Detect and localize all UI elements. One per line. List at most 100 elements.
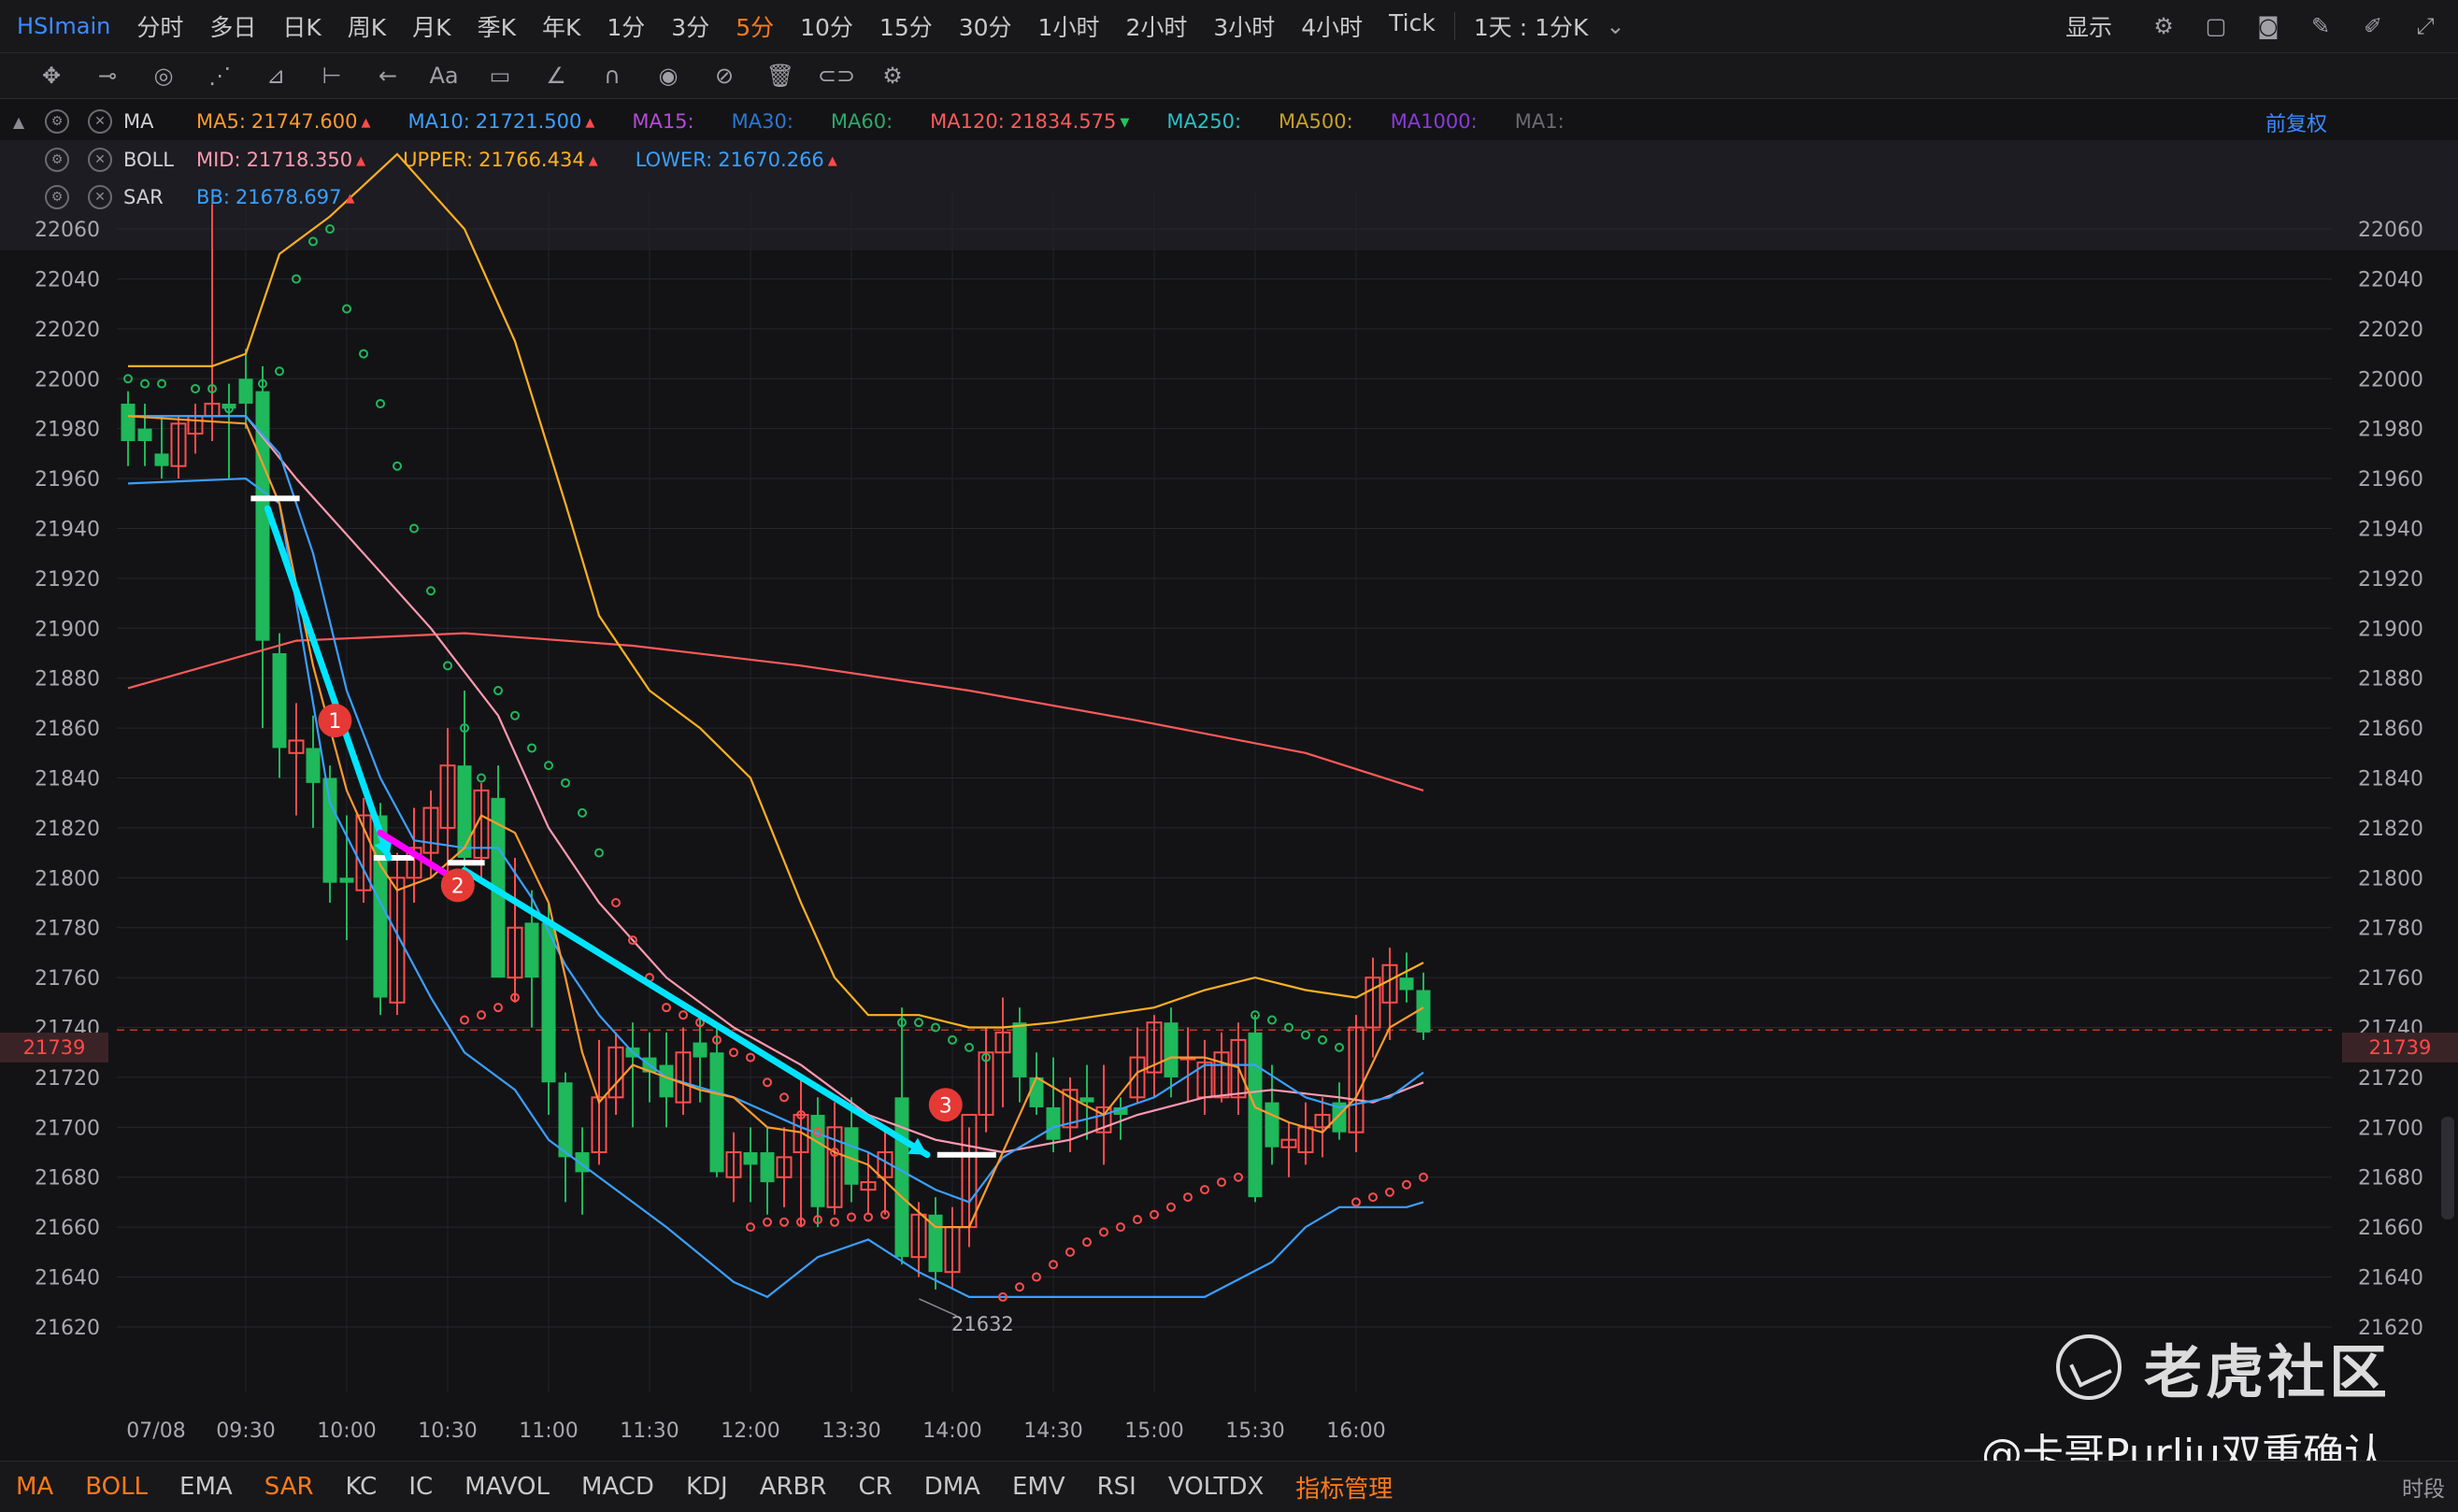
- indicator-tab[interactable]: CR: [842, 1473, 907, 1501]
- indicator-tab[interactable]: MAVOL: [449, 1473, 565, 1501]
- period-tab[interactable]: 15分: [866, 9, 946, 43]
- y-tick-label-left: 21640: [35, 1267, 100, 1291]
- link-icon[interactable]: ⊂⊃: [818, 62, 855, 90]
- measure-tool-icon[interactable]: ⊢: [318, 62, 346, 90]
- x-tick-label: 10:30: [418, 1419, 477, 1443]
- indicator-tab[interactable]: BOLL: [69, 1473, 164, 1501]
- period-label[interactable]: 时段: [2402, 1471, 2445, 1503]
- indicator-tab[interactable]: MACD: [565, 1473, 670, 1501]
- legend-item-label: MA250:: [1166, 110, 1242, 133]
- period-tab[interactable]: 周K: [335, 9, 399, 43]
- period-tab[interactable]: 30分: [946, 9, 1025, 43]
- arrow-up-icon: ▲: [588, 154, 598, 168]
- period-tab[interactable]: 3小时: [1200, 9, 1288, 43]
- legend-item-label: UPPER:: [403, 149, 474, 171]
- indicator-tab[interactable]: KC: [330, 1473, 393, 1501]
- y-tick-label-right: 21840: [2358, 768, 2423, 792]
- candle-body: [894, 1097, 909, 1258]
- trend-tool-icon[interactable]: ⋰: [206, 62, 234, 90]
- period-tab[interactable]: 多日: [196, 9, 269, 43]
- watermark: 老虎社区: [2056, 1325, 2391, 1409]
- x-tick-label: 12:00: [721, 1419, 779, 1443]
- candle-body: [137, 428, 152, 442]
- legend-ma-name[interactable]: MA: [123, 110, 183, 133]
- period-tab[interactable]: 1分: [593, 9, 658, 43]
- gear-icon[interactable]: ⚙: [2150, 12, 2178, 40]
- hide-icon[interactable]: ⊘: [710, 62, 738, 90]
- close-icon[interactable]: ✕: [88, 109, 112, 134]
- trash-icon[interactable]: 🗑: [766, 62, 794, 90]
- pen-icon[interactable]: ∠: [542, 62, 570, 90]
- edit-icon[interactable]: ✎: [2307, 12, 2335, 40]
- settings-icon[interactable]: ⚙: [45, 148, 69, 172]
- indicator-tab[interactable]: ARBR: [744, 1473, 843, 1501]
- period-tab[interactable]: 3分: [658, 9, 722, 43]
- display-menu[interactable]: 显示: [2052, 9, 2125, 43]
- annotation-label: 1: [328, 710, 341, 734]
- period-tab[interactable]: 4小时: [1288, 9, 1376, 43]
- candle-body: [154, 453, 169, 466]
- indicator-tab[interactable]: EMA: [164, 1473, 249, 1501]
- y-tick-label-left: 21920: [35, 568, 100, 592]
- text-tool-icon[interactable]: Aa: [429, 62, 458, 90]
- period-tabs: 分时 多日 日K 周K 月K 季K 年K 1分 3分 5分 10分 15分 30分 1小时 2小时 3小时 4小…: [123, 9, 1449, 43]
- settings-icon[interactable]: ⚙: [45, 109, 69, 134]
- symbol-label[interactable]: HSImain: [0, 13, 123, 39]
- candle-body: [558, 1082, 573, 1158]
- pattern-tool-icon[interactable]: ⊿: [262, 62, 290, 90]
- period-tab[interactable]: Tick: [1376, 9, 1449, 43]
- indicator-tab[interactable]: SAR: [249, 1473, 330, 1501]
- low-price-label: 21632: [951, 1313, 1014, 1335]
- settings-icon[interactable]: ⚙: [45, 185, 69, 209]
- line-tool-icon[interactable]: ⊸: [93, 62, 121, 90]
- indicator-tabs-bar: MA BOLL EMA SAR KC IC MAVOL MACD KDJ ARBR CR DMA EMV…: [0, 1461, 2458, 1512]
- candle-body: [659, 1064, 674, 1098]
- legend-item-value: 21678.697: [235, 186, 342, 208]
- kline-chart[interactable]: 21620 2162021640 2164021660 2166021680 21680…: [0, 99, 2458, 1460]
- period-tab[interactable]: 10分: [787, 9, 866, 43]
- range-select[interactable]: 1天 : 1分K: [1461, 9, 1602, 43]
- indicator-tab[interactable]: EMV: [996, 1473, 1081, 1501]
- fullscreen-icon[interactable]: ⤢: [2411, 12, 2439, 40]
- period-tab[interactable]: 月K: [399, 9, 464, 43]
- cycle-tool-icon[interactable]: ◎: [150, 62, 178, 90]
- arrow-left-icon[interactable]: ←: [374, 62, 402, 90]
- close-icon[interactable]: ✕: [88, 148, 112, 172]
- indicator-tab[interactable]: RSI: [1081, 1473, 1152, 1501]
- period-tab[interactable]: 1小时: [1025, 9, 1113, 43]
- y-tick-label-right: 21920: [2358, 568, 2423, 592]
- move-icon[interactable]: ✥: [37, 62, 65, 90]
- indicator-tab[interactable]: IC: [393, 1473, 449, 1501]
- indicator-tab[interactable]: MA: [0, 1473, 69, 1501]
- period-tab[interactable]: 分时: [123, 9, 196, 43]
- legend-boll-name[interactable]: BOLL: [123, 149, 183, 171]
- draw-icon[interactable]: ✐: [2359, 12, 2387, 40]
- indicator-tab[interactable]: DMA: [908, 1473, 996, 1501]
- period-tab[interactable]: 5分: [722, 9, 787, 43]
- adjust-label[interactable]: 前复权: [2265, 107, 2327, 137]
- indicator-tab[interactable]: KDJ: [670, 1473, 744, 1501]
- legend-item-label: LOWER:: [635, 149, 713, 171]
- topbar-right: 显示 ⚙ ▢ ◙ ✎ ✐ ⤢: [2052, 0, 2439, 52]
- eye-icon[interactable]: ◉: [654, 62, 682, 90]
- indicator-tab[interactable]: VOLTDX: [1152, 1473, 1279, 1501]
- period-tab[interactable]: 季K: [464, 9, 529, 43]
- chevron-down-icon[interactable]: ⌄: [1601, 12, 1629, 40]
- comment-icon[interactable]: ▭: [486, 62, 514, 90]
- period-tab[interactable]: 日K: [269, 9, 334, 43]
- period-tab[interactable]: 2小时: [1112, 9, 1200, 43]
- magnet-icon[interactable]: ∩: [598, 62, 626, 90]
- layout-icon[interactable]: ▢: [2202, 12, 2230, 40]
- collapse-icon[interactable]: ▲: [0, 113, 37, 131]
- y-tick-label-right: 21680: [2358, 1167, 2423, 1191]
- y-tick-label-right: 21980: [2358, 419, 2423, 442]
- legend-item: MA120: 21834.575 ▼: [930, 110, 1129, 133]
- settings-icon[interactable]: ⚙: [879, 62, 907, 90]
- period-tab[interactable]: 年K: [529, 9, 593, 43]
- camera-icon[interactable]: ◙: [2254, 12, 2282, 40]
- indicator-manager-button[interactable]: 指标管理: [1279, 1470, 1408, 1505]
- legend-item: BB: 21678.697 ▲: [196, 186, 354, 208]
- legend-sar-name[interactable]: SAR: [123, 186, 183, 208]
- close-icon[interactable]: ✕: [88, 185, 112, 209]
- y-tick-label-right: 22040: [2358, 268, 2423, 292]
